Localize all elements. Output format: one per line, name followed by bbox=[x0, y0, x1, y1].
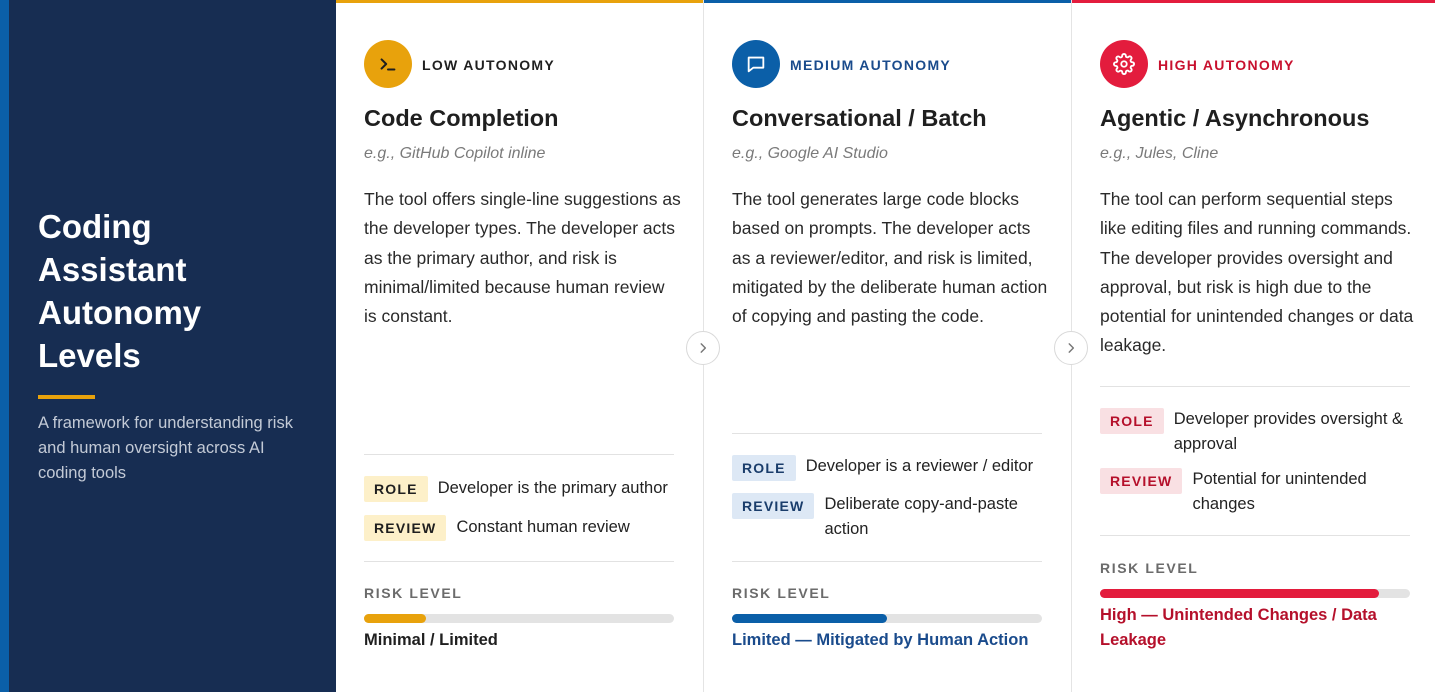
role-text: Developer is a reviewer / editor bbox=[805, 457, 1034, 475]
chevron-right-icon[interactable] bbox=[686, 331, 720, 365]
card-name: Code Completion bbox=[364, 105, 559, 131]
autonomy-level-label: HIGH AUTONOMY bbox=[1158, 57, 1295, 73]
review-text: Constant human review bbox=[456, 518, 630, 536]
review-row: REVIEW Potential for unintended changes bbox=[1100, 468, 1420, 517]
sidebar: Coding Assistant Autonomy Levels A frame… bbox=[0, 0, 336, 692]
role-row: ROLE Developer is a reviewer / editor bbox=[732, 455, 1052, 481]
card-top-bar bbox=[704, 0, 1071, 3]
risk-level-value: Limited — Mitigated by Human Action bbox=[732, 631, 1029, 649]
role-text: Developer provides oversight & approval bbox=[1173, 410, 1403, 453]
role-tag: ROLE bbox=[732, 455, 796, 481]
card-example: e.g., Jules, Cline bbox=[1100, 145, 1219, 162]
divider bbox=[1100, 535, 1410, 536]
page-subtitle: A framework for understanding risk and h… bbox=[38, 414, 293, 482]
card-description: The tool offers single-line suggestions … bbox=[364, 189, 681, 327]
chevron-right-icon[interactable] bbox=[1054, 331, 1088, 365]
risk-bar-track bbox=[1100, 589, 1410, 598]
risk-bar-track bbox=[364, 614, 674, 623]
sidebar-accent-edge bbox=[0, 0, 9, 692]
role-text: Developer is the primary author bbox=[437, 479, 668, 497]
card-top-bar bbox=[336, 0, 703, 3]
risk-bar-track bbox=[732, 614, 1042, 623]
review-row: REVIEW Deliberate copy-and-paste action bbox=[732, 493, 1052, 542]
role-tag: ROLE bbox=[364, 476, 428, 502]
divider bbox=[1100, 386, 1410, 387]
review-tag: REVIEW bbox=[732, 493, 815, 519]
autonomy-level-label: MEDIUM AUTONOMY bbox=[790, 57, 952, 73]
role-row: ROLE Developer provides oversight & appr… bbox=[1100, 408, 1420, 457]
card-name: Conversational / Batch bbox=[732, 105, 987, 131]
card-high-autonomy: HIGH AUTONOMY Agentic / Asynchronous e.g… bbox=[1072, 0, 1435, 692]
review-row: REVIEW Constant human review bbox=[364, 515, 684, 541]
review-tag: REVIEW bbox=[364, 515, 447, 541]
divider bbox=[732, 561, 1042, 562]
review-tag: REVIEW bbox=[1100, 468, 1183, 494]
risk-level-value: Minimal / Limited bbox=[364, 631, 498, 649]
chat-bubble-icon bbox=[732, 40, 780, 88]
role-tag: ROLE bbox=[1100, 408, 1164, 434]
card-description: The tool can perform sequential steps li… bbox=[1100, 189, 1414, 356]
risk-level-value: High — Unintended Changes / Data Leakage bbox=[1100, 606, 1377, 649]
risk-level-label: RISK LEVEL bbox=[732, 585, 831, 601]
card-example: e.g., GitHub Copilot inline bbox=[364, 145, 546, 162]
card-name: Agentic / Asynchronous bbox=[1100, 105, 1370, 131]
terminal-icon bbox=[364, 40, 412, 88]
risk-level-label: RISK LEVEL bbox=[1100, 560, 1199, 576]
divider bbox=[732, 433, 1042, 434]
card-top-bar bbox=[1072, 0, 1435, 3]
card-description: The tool generates large code blocks bas… bbox=[732, 189, 1048, 327]
gear-icon bbox=[1100, 40, 1148, 88]
card-low-autonomy: LOW AUTONOMY Code Completion e.g., GitHu… bbox=[336, 0, 704, 692]
review-text: Deliberate copy-and-paste action bbox=[824, 495, 1018, 538]
divider bbox=[364, 561, 674, 562]
autonomy-level-label: LOW AUTONOMY bbox=[422, 57, 556, 73]
role-row: ROLE Developer is the primary author bbox=[364, 476, 684, 502]
review-text: Potential for unintended changes bbox=[1192, 470, 1367, 513]
risk-level-label: RISK LEVEL bbox=[364, 585, 463, 601]
title-underline bbox=[38, 395, 95, 399]
risk-bar-fill bbox=[364, 614, 426, 623]
card-medium-autonomy: MEDIUM AUTONOMY Conversational / Batch e… bbox=[704, 0, 1072, 692]
risk-bar-fill bbox=[732, 614, 887, 623]
risk-bar-fill bbox=[1100, 589, 1379, 598]
page-title: Coding Assistant Autonomy Levels bbox=[38, 208, 202, 374]
divider bbox=[364, 454, 674, 455]
card-example: e.g., Google AI Studio bbox=[732, 145, 888, 162]
